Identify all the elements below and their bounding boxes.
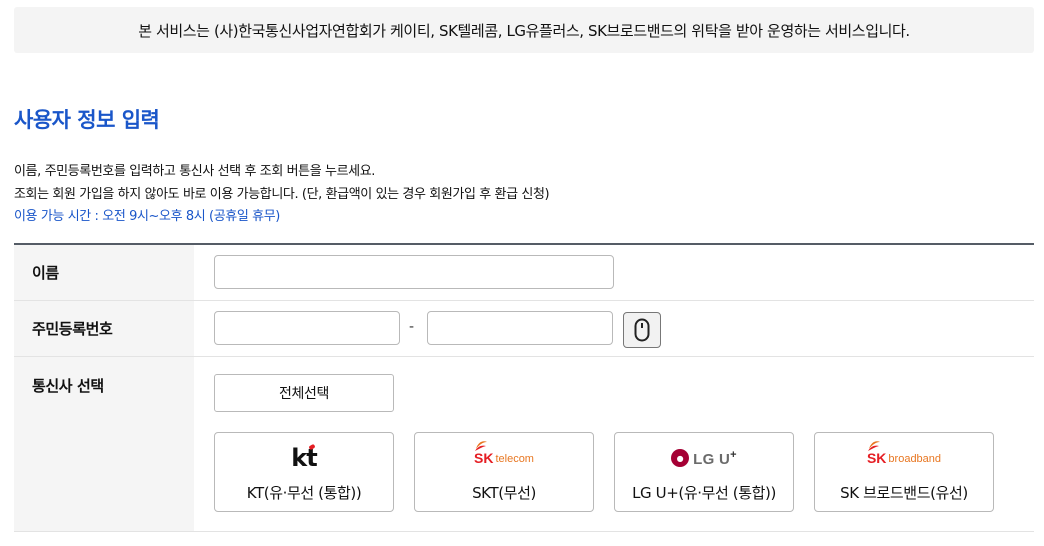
carrier-kt-label: KT(유·무선 (통합)) (246, 484, 362, 502)
service-notice: 본 서비스는 (사)한국통신사업자연합회가 케이티, SK텔레콤, LG유플러스… (14, 7, 1034, 53)
carrier-row: 통신사 선택 전체선택 kt KT(유·무선 (통합)) SK telecom … (14, 357, 1034, 532)
carrier-label: 통신사 선택 (14, 357, 194, 531)
ssn-second-wrapper (427, 311, 613, 345)
name-field-wrapper (214, 255, 614, 289)
carrier-lgu-label: LG U+(유·무선 (통합)) (632, 484, 776, 502)
name-row: 이름 (14, 245, 1034, 301)
instruction-text: 이름, 주민등록번호를 입력하고 통신사 선택 후 조회 버튼을 누르세요. (14, 164, 376, 179)
select-all-button[interactable]: 전체선택 (214, 374, 394, 412)
kt-logo: kt (291, 443, 318, 472)
mouse-icon (634, 318, 650, 342)
service-hours: 이용 가능 시간 : 오전 9시~오후 8시 (공휴일 휴무) (14, 209, 280, 224)
carrier-skt-button[interactable]: SK telecom SKT(무선) (414, 432, 594, 512)
carrier-skb-button[interactable]: SK broadband SK 브로드밴드(유선) (814, 432, 994, 512)
section-title: 사용자 정보 입력 (14, 108, 160, 132)
name-input[interactable] (215, 256, 613, 288)
sk-broadband-logo: SK broadband (815, 441, 993, 471)
ssn-first-input[interactable] (215, 312, 399, 344)
ssn-second-input[interactable] (428, 312, 612, 344)
ssn-label: 주민등록번호 (14, 301, 194, 356)
name-label: 이름 (14, 245, 194, 300)
ssn-row: 주민등록번호 - (14, 301, 1034, 357)
service-notice-text: 본 서비스는 (사)한국통신사업자연합회가 케이티, SK텔레콤, LG유플러스… (138, 21, 910, 40)
lgu-logo: ● LG U+ (615, 445, 793, 471)
carrier-kt-button[interactable]: kt KT(유·무선 (통합)) (214, 432, 394, 512)
carrier-skb-label: SK 브로드밴드(유선) (840, 484, 968, 502)
ssn-dash: - (409, 319, 415, 335)
skt-logo: SK telecom (415, 441, 593, 471)
secure-keyboard-button[interactable] (623, 312, 661, 348)
carrier-skt-label: SKT(무선) (472, 484, 536, 502)
ssn-first-wrapper (214, 311, 400, 345)
membership-note: 조회는 회원 가입을 하지 않아도 바로 이용 가능합니다. (단, 환급액이 … (14, 187, 550, 202)
user-info-form: 이름 주민등록번호 - 통신사 선택 전체선택 kt KT(유·무선 (통합)) (14, 243, 1034, 532)
carrier-lgu-button[interactable]: ● LG U+ LG U+(유·무선 (통합)) (614, 432, 794, 512)
